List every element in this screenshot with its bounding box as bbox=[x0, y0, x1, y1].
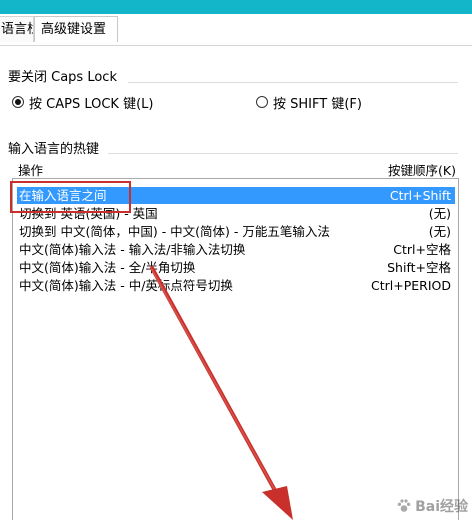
watermark: Bai经验 bbox=[396, 496, 468, 516]
watermark-text: Bai经验 bbox=[415, 499, 468, 515]
paw-icon bbox=[397, 499, 411, 512]
annotation-arrow-icon bbox=[149, 265, 293, 520]
